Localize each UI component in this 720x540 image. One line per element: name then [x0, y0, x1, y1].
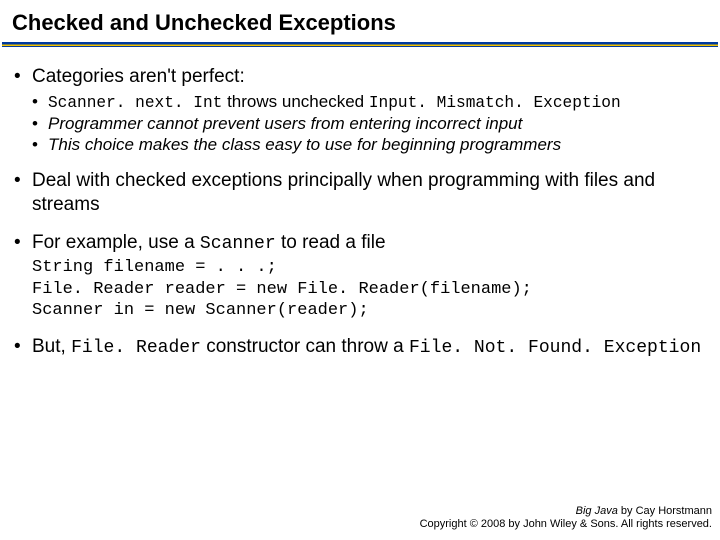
code-block: String filename = . . .; File. Reader re… — [32, 257, 706, 321]
code-scanner: Scanner — [200, 234, 276, 254]
book-title: Big Java — [576, 505, 618, 517]
text-post: to read a file — [276, 232, 386, 253]
text-pre: But, — [32, 336, 71, 357]
bullet-text: Categories aren't perfect: — [32, 66, 245, 87]
bullet-for-example: For example, use a Scanner to read a fil… — [14, 231, 706, 321]
footer-line1: Big Java by Cay Horstmann — [420, 505, 712, 519]
bullet-deal-with: Deal with checked exceptions principally… — [14, 169, 706, 217]
bullet-categories: Categories aren't perfect: Scanner. next… — [14, 65, 706, 155]
sub-bullet-choice: This choice makes the class easy to use … — [32, 134, 706, 155]
text-pre: For example, use a — [32, 232, 200, 253]
bullet-but: But, File. Reader constructor can throw … — [14, 335, 706, 360]
footer: Big Java by Cay Horstmann Copyright © 20… — [420, 505, 712, 533]
code-scanner-nextint: Scanner. next. Int — [48, 94, 222, 112]
sub-bullet-list: Scanner. next. Int throws unchecked Inpu… — [32, 91, 706, 156]
bullet-list: Categories aren't perfect: Scanner. next… — [14, 65, 706, 360]
slide-title: Checked and Unchecked Exceptions — [0, 0, 720, 42]
author: by Cay Horstmann — [618, 505, 712, 517]
text-mid: constructor can throw a — [201, 336, 409, 357]
bullet-text: Deal with checked exceptions principally… — [32, 170, 655, 215]
text-throws: throws unchecked — [222, 92, 368, 111]
footer-line2: Copyright © 2008 by John Wiley & Sons. A… — [420, 518, 712, 532]
sub-bullet-text: This choice makes the class easy to use … — [48, 135, 561, 154]
sub-bullet-text: Programmer cannot prevent users from ent… — [48, 114, 522, 133]
code-input-mismatch: Input. Mismatch. Exception — [369, 94, 621, 112]
code-filereader: File. Reader — [71, 338, 201, 358]
sub-bullet-programmer: Programmer cannot prevent users from ent… — [32, 113, 706, 134]
sub-bullet-scanner: Scanner. next. Int throws unchecked Inpu… — [32, 91, 706, 113]
slide-content: Categories aren't perfect: Scanner. next… — [0, 47, 720, 360]
code-filenotfound: File. Not. Found. Exception — [409, 338, 701, 358]
